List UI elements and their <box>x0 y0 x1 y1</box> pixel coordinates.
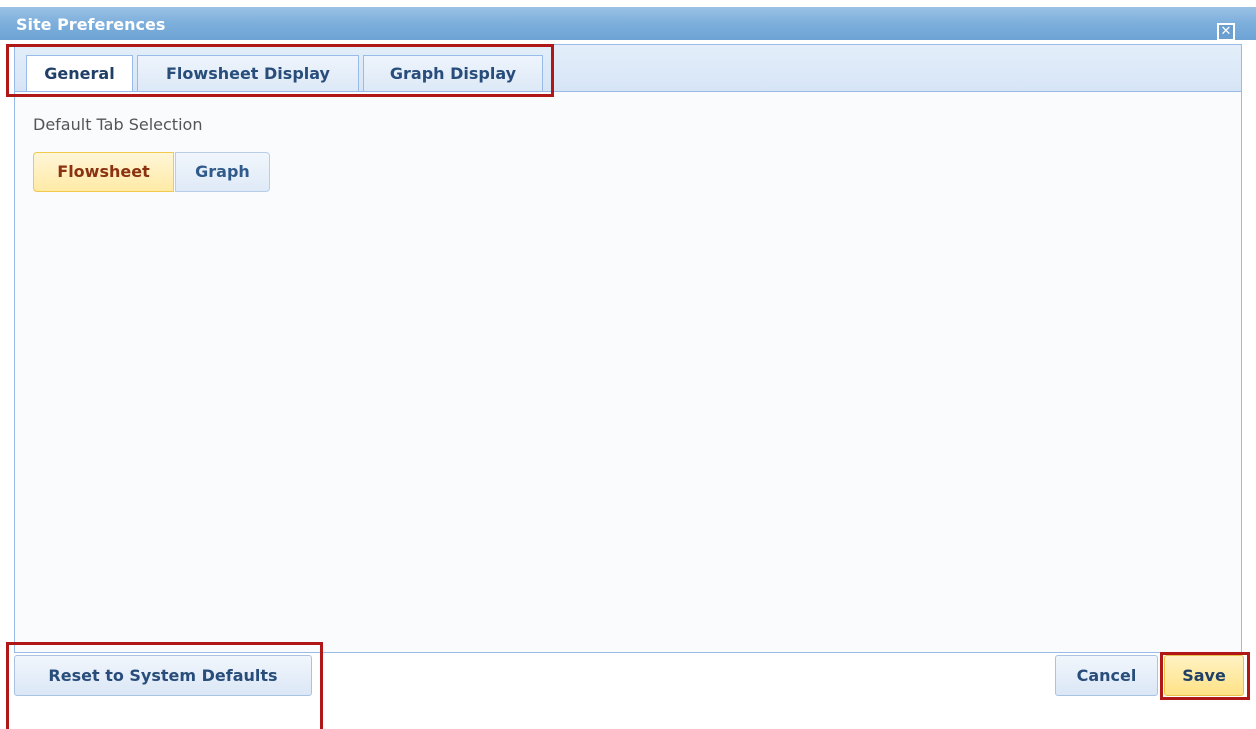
site-preferences-dialog: Site Preferences ✕ General Flowsheet Dis… <box>0 0 1256 729</box>
default-tab-selection-label: Default Tab Selection <box>33 115 203 134</box>
cancel-button[interactable]: Cancel <box>1055 655 1158 696</box>
tab-graph-display[interactable]: Graph Display <box>363 55 543 91</box>
save-button[interactable]: Save <box>1164 655 1244 696</box>
graph-option-button[interactable]: Graph <box>175 152 270 192</box>
tab-flowsheet-display[interactable]: Flowsheet Display <box>137 55 359 91</box>
tab-general[interactable]: General <box>26 55 133 93</box>
close-icon[interactable]: ✕ <box>1217 23 1235 41</box>
tab-strip: General Flowsheet Display Graph Display <box>14 44 1242 93</box>
dialog-title: Site Preferences <box>16 15 166 34</box>
general-tab-panel: Default Tab Selection Flowsheet Graph <box>14 91 1242 653</box>
reset-to-system-defaults-button[interactable]: Reset to System Defaults <box>14 655 312 696</box>
flowsheet-option-button[interactable]: Flowsheet <box>33 152 174 192</box>
dialog-titlebar: Site Preferences ✕ <box>0 7 1256 41</box>
